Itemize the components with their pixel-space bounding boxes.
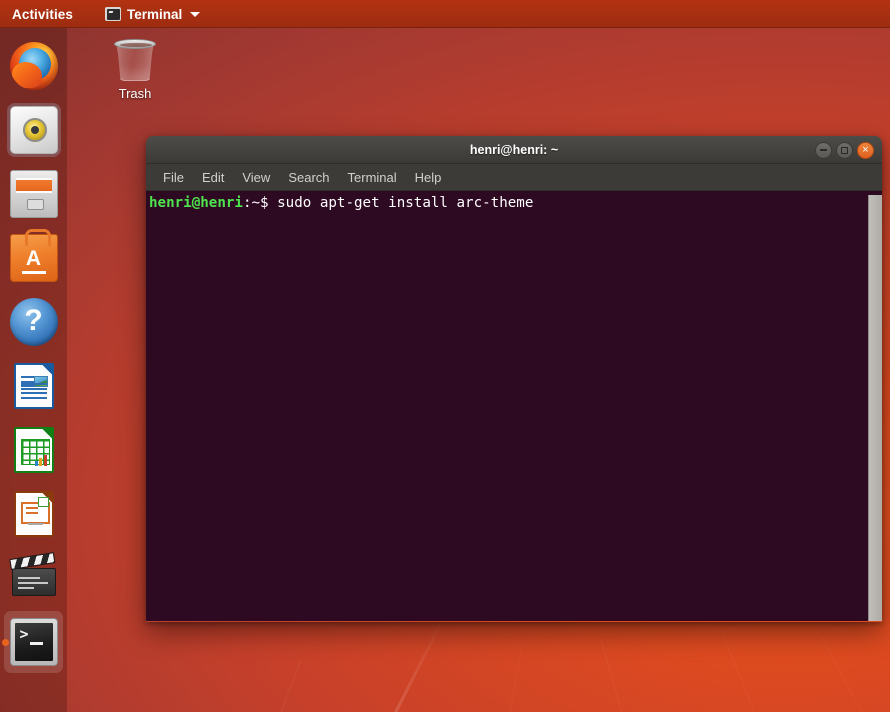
launcher-item-help[interactable] [0, 290, 67, 354]
ubuntu-software-icon [9, 229, 58, 282]
libreoffice-impress-icon [10, 490, 58, 538]
shell-prompt-user: henri@henri [149, 195, 243, 211]
menu-item-file[interactable]: File [155, 167, 192, 188]
launcher-item-calc[interactable] [0, 418, 67, 482]
app-menu-label: Terminal [127, 6, 183, 22]
launcher-item-impress[interactable] [0, 482, 67, 546]
scrollbar-thumb[interactable] [869, 195, 882, 621]
trash-label: Trash [118, 86, 152, 101]
maximize-button[interactable] [836, 141, 853, 159]
chevron-down-icon [190, 11, 201, 17]
files-icon [9, 170, 58, 218]
terminal-icon [105, 7, 122, 21]
videos-icon [8, 552, 58, 602]
trash-icon [113, 36, 157, 82]
firefox-icon [9, 42, 58, 90]
launcher-item-rhythmbox[interactable] [0, 98, 67, 162]
launcher-item-firefox[interactable] [0, 34, 67, 98]
maximize-icon [841, 146, 848, 154]
terminal-scrollbar[interactable] [868, 195, 882, 621]
menu-item-terminal[interactable]: Terminal [340, 167, 405, 188]
launcher-item-terminal[interactable] [0, 610, 67, 674]
shell-prompt-path: :~$ [242, 195, 269, 211]
launcher-item-software[interactable] [0, 226, 67, 290]
libreoffice-writer-icon [10, 362, 58, 410]
menu-item-view[interactable]: View [234, 167, 278, 188]
window-title-bar[interactable]: henri@henri: ~ × [146, 136, 882, 164]
launcher-item-writer[interactable] [0, 354, 67, 418]
minimize-icon [820, 149, 827, 151]
rhythmbox-icon [9, 106, 58, 154]
launcher-dock [0, 28, 67, 712]
launcher-item-video[interactable] [0, 546, 67, 610]
shell-command: sudo apt-get install arc-theme [268, 195, 534, 211]
menu-bar: File Edit View Search Terminal Help [146, 164, 882, 191]
close-icon: × [862, 143, 869, 156]
terminal-window[interactable]: henri@henri: ~ × File Edit View Search T… [146, 136, 882, 622]
terminal-output[interactable]: henri@henri:~$ sudo apt-get install arc-… [148, 195, 868, 621]
launcher-item-files[interactable] [0, 162, 67, 226]
libreoffice-calc-icon [10, 426, 58, 474]
desktop-icon-trash[interactable]: Trash [98, 36, 172, 101]
minimize-button[interactable] [815, 141, 832, 159]
menu-item-search[interactable]: Search [280, 167, 337, 188]
terminal-body[interactable]: henri@henri:~$ sudo apt-get install arc-… [146, 191, 882, 621]
app-menu-terminal[interactable]: Terminal [97, 0, 208, 28]
help-icon [9, 298, 58, 346]
window-controls: × [815, 136, 874, 164]
close-button[interactable]: × [857, 141, 874, 159]
menu-item-edit[interactable]: Edit [194, 167, 232, 188]
top-bar: Activities Terminal [0, 0, 890, 28]
window-title: henri@henri: ~ [469, 142, 559, 157]
terminal-icon [9, 618, 58, 666]
desktop[interactable]: Activities Terminal A ? > Trash henri@he… [0, 0, 890, 712]
activities-label: Activities [12, 6, 74, 22]
menu-item-help[interactable]: Help [407, 167, 450, 188]
activities-button[interactable]: Activities [0, 0, 83, 28]
